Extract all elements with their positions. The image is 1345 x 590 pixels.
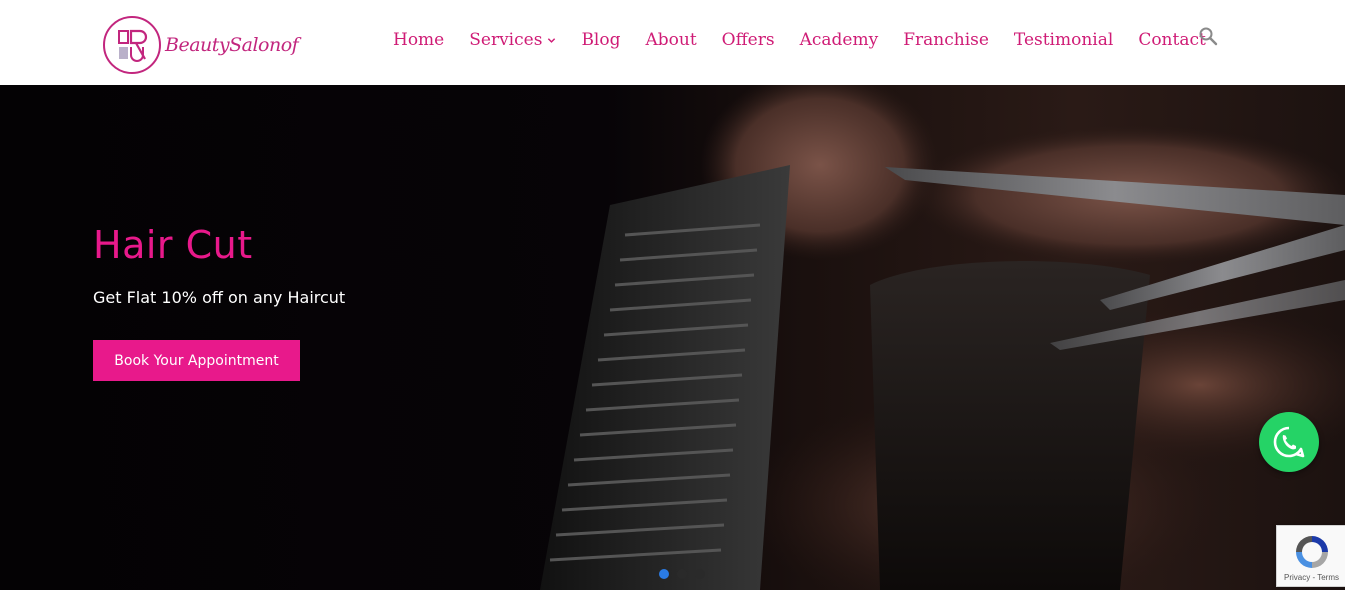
- nav-contact-label: Contact: [1138, 30, 1206, 50]
- search-icon[interactable]: [1198, 26, 1218, 46]
- nav-about-label: About: [645, 30, 697, 50]
- nav-academy[interactable]: Academy: [800, 30, 879, 50]
- hero-background-image: [0, 85, 1345, 590]
- book-appointment-button[interactable]: Book Your Appointment: [93, 340, 300, 381]
- slide-dot[interactable]: [659, 569, 669, 579]
- recaptcha-icon: [1296, 536, 1328, 568]
- nav-contact[interactable]: Contact: [1138, 30, 1206, 50]
- nav-home[interactable]: Home: [393, 30, 444, 50]
- nav-franchise-label: Franchise: [903, 30, 989, 50]
- hero-title: Hair Cut: [93, 223, 253, 267]
- nav-offers[interactable]: Offers: [722, 30, 775, 50]
- nav-blog-label: Blog: [581, 30, 621, 50]
- nav-services-label: Services: [469, 30, 543, 50]
- nav-home-label: Home: [393, 30, 445, 50]
- site-logo[interactable]: BeautySalonof: [103, 14, 313, 76]
- brand-name: BeautySalonof: [165, 34, 299, 56]
- slider-pagination: [659, 569, 713, 579]
- nav-testimonial[interactable]: Testimonial: [1014, 30, 1113, 50]
- slide-dot[interactable]: [677, 569, 687, 579]
- nav-testimonial-label: Testimonial: [1013, 30, 1114, 50]
- hero-slider: Hair Cut Get Flat 10% off on any Haircut…: [0, 85, 1345, 590]
- recaptcha-links[interactable]: Privacy - Terms: [1277, 573, 1345, 582]
- nav-blog[interactable]: Blog: [581, 30, 620, 50]
- chevron-down-icon: [548, 37, 556, 43]
- nav-services[interactable]: Services: [469, 30, 556, 50]
- slide-dot[interactable]: [695, 569, 705, 579]
- nav-about[interactable]: About: [645, 30, 696, 50]
- recaptcha-badge[interactable]: Privacy - Terms: [1276, 525, 1345, 587]
- nav-franchise[interactable]: Franchise: [903, 30, 989, 50]
- salon-monogram-icon: [103, 16, 161, 74]
- nav-academy-label: Academy: [799, 30, 879, 50]
- site-header: BeautySalonof Home Services Blog About O…: [0, 0, 1345, 85]
- whatsapp-icon[interactable]: [1259, 412, 1319, 472]
- nav-offers-label: Offers: [721, 30, 775, 50]
- main-nav: Home Services Blog About Offers Academy …: [393, 28, 1231, 52]
- hero-subtitle: Get Flat 10% off on any Haircut: [93, 288, 346, 307]
